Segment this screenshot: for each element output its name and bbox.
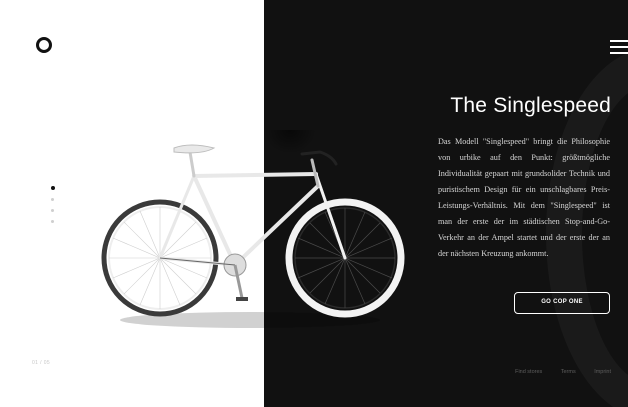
pedal <box>236 297 248 301</box>
singlespeed-bicycle-image <box>101 130 405 328</box>
page-indicator: 01 / 05 <box>32 360 51 366</box>
slide-dot-1[interactable] <box>50 186 55 190</box>
chain <box>159 257 236 266</box>
footer-nav: Find stores Terms Imprint <box>501 360 611 378</box>
footer-link-terms[interactable]: Terms <box>561 369 576 375</box>
slide-dot-3[interactable] <box>51 209 54 212</box>
saddle <box>173 144 216 154</box>
page-title: The Singlespeed <box>450 94 611 117</box>
go-cop-one-button[interactable]: GO COP ONE <box>514 292 610 314</box>
footer-link-imprint[interactable]: Imprint <box>594 369 611 375</box>
slide-dot-2[interactable] <box>51 198 54 201</box>
stem-shadow <box>264 130 316 154</box>
handlebar <box>300 150 338 166</box>
circle-logo-icon[interactable] <box>36 37 52 53</box>
hamburger-menu-icon[interactable] <box>610 40 628 54</box>
slide-pagination <box>50 186 57 231</box>
product-description: Das Modell "Singlespeed" bringt die Phil… <box>438 137 610 258</box>
slide-dot-4[interactable] <box>51 220 54 223</box>
footer-link-find-stores[interactable]: Find stores <box>515 369 542 375</box>
